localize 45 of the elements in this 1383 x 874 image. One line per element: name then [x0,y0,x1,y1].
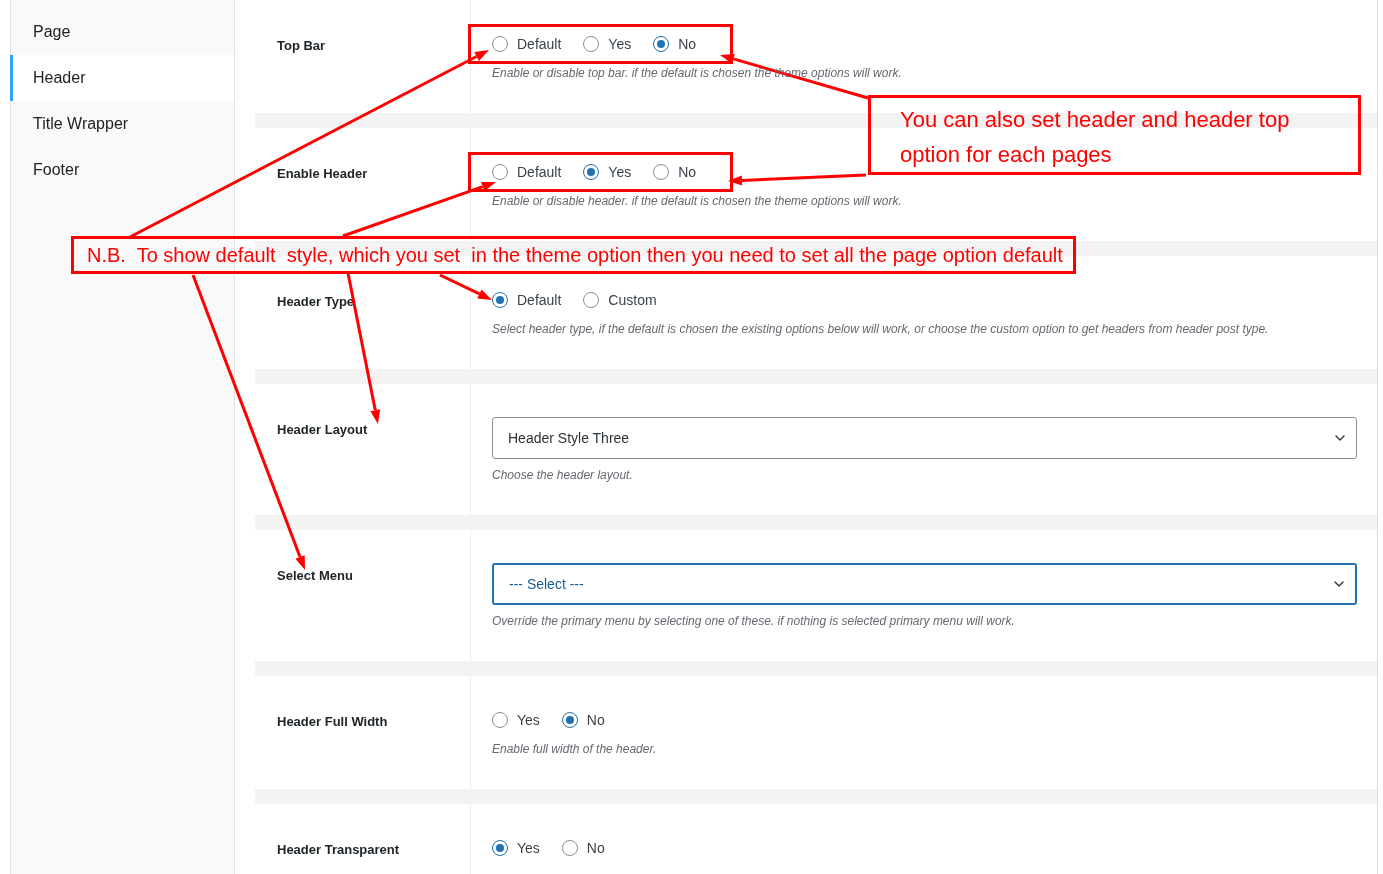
field-description: Enable full width of the header. [492,741,658,758]
radio-icon[interactable] [561,712,578,728]
field-description: Select header type, if the default is chosen the existing options below will work, or choose the custom option to get headers from header post type. [492,321,1270,338]
radio-option[interactable]: Default [492,164,562,180]
radio-option[interactable]: Custom [583,292,657,308]
radio-icon[interactable] [583,164,600,180]
field-description: Override the primary menu by selecting one of these. if nothing is selected primary menu will work. [492,613,1016,630]
select-field[interactable]: --- Select --- [492,563,1357,605]
field-label: Header Full Width [277,714,388,729]
radio-option[interactable]: No [561,840,605,856]
radio-icon[interactable] [561,840,578,856]
radio-option[interactable]: Yes [583,164,632,180]
field-label: Top Bar [277,38,326,53]
sidebar-item[interactable]: Title Wrapper [10,101,234,147]
radio-option[interactable]: Default [492,292,562,308]
sidebar-item[interactable]: Header [10,55,234,101]
radio-icon[interactable] [583,36,600,52]
radio-option[interactable]: Default [492,36,562,52]
annotation-arrow [439,273,492,300]
field-label: Select Menu [277,568,353,583]
radio-icon[interactable] [492,36,508,52]
radio-icon[interactable] [492,712,508,728]
radio-icon[interactable] [653,164,670,180]
radio-icon[interactable] [653,36,670,52]
radio-option[interactable]: No [653,164,697,180]
radio-icon[interactable] [492,840,508,856]
radio-option[interactable]: No [653,36,697,52]
field-description: Enable or disable header. if the default is chosen the theme options will work. [492,193,903,210]
annotation-note: You can also set header and header top option for each pages [868,95,1361,175]
radio-icon[interactable] [492,292,508,308]
sidebar-item[interactable]: Page [10,9,234,55]
radio-option[interactable]: Yes [583,36,632,52]
radio-icon[interactable] [492,164,508,180]
select-field[interactable]: Header Style Three [492,417,1357,459]
annotation-note: N.B. To show default style, which you set in the theme option then you need to set all the page option default [71,236,1076,274]
sidebar-item[interactable]: Footer [10,147,234,193]
field-description: Choose the header layout. [492,467,634,484]
radio-option[interactable]: Yes [492,840,540,856]
field-label: Header Layout [277,422,368,437]
field-label: Header Transparent [277,842,400,857]
field-label: Enable Header [277,166,368,181]
field-label: Header Type [277,294,355,309]
radio-icon[interactable] [583,292,600,308]
radio-option[interactable]: No [561,712,605,728]
radio-option[interactable]: Yes [492,712,540,728]
